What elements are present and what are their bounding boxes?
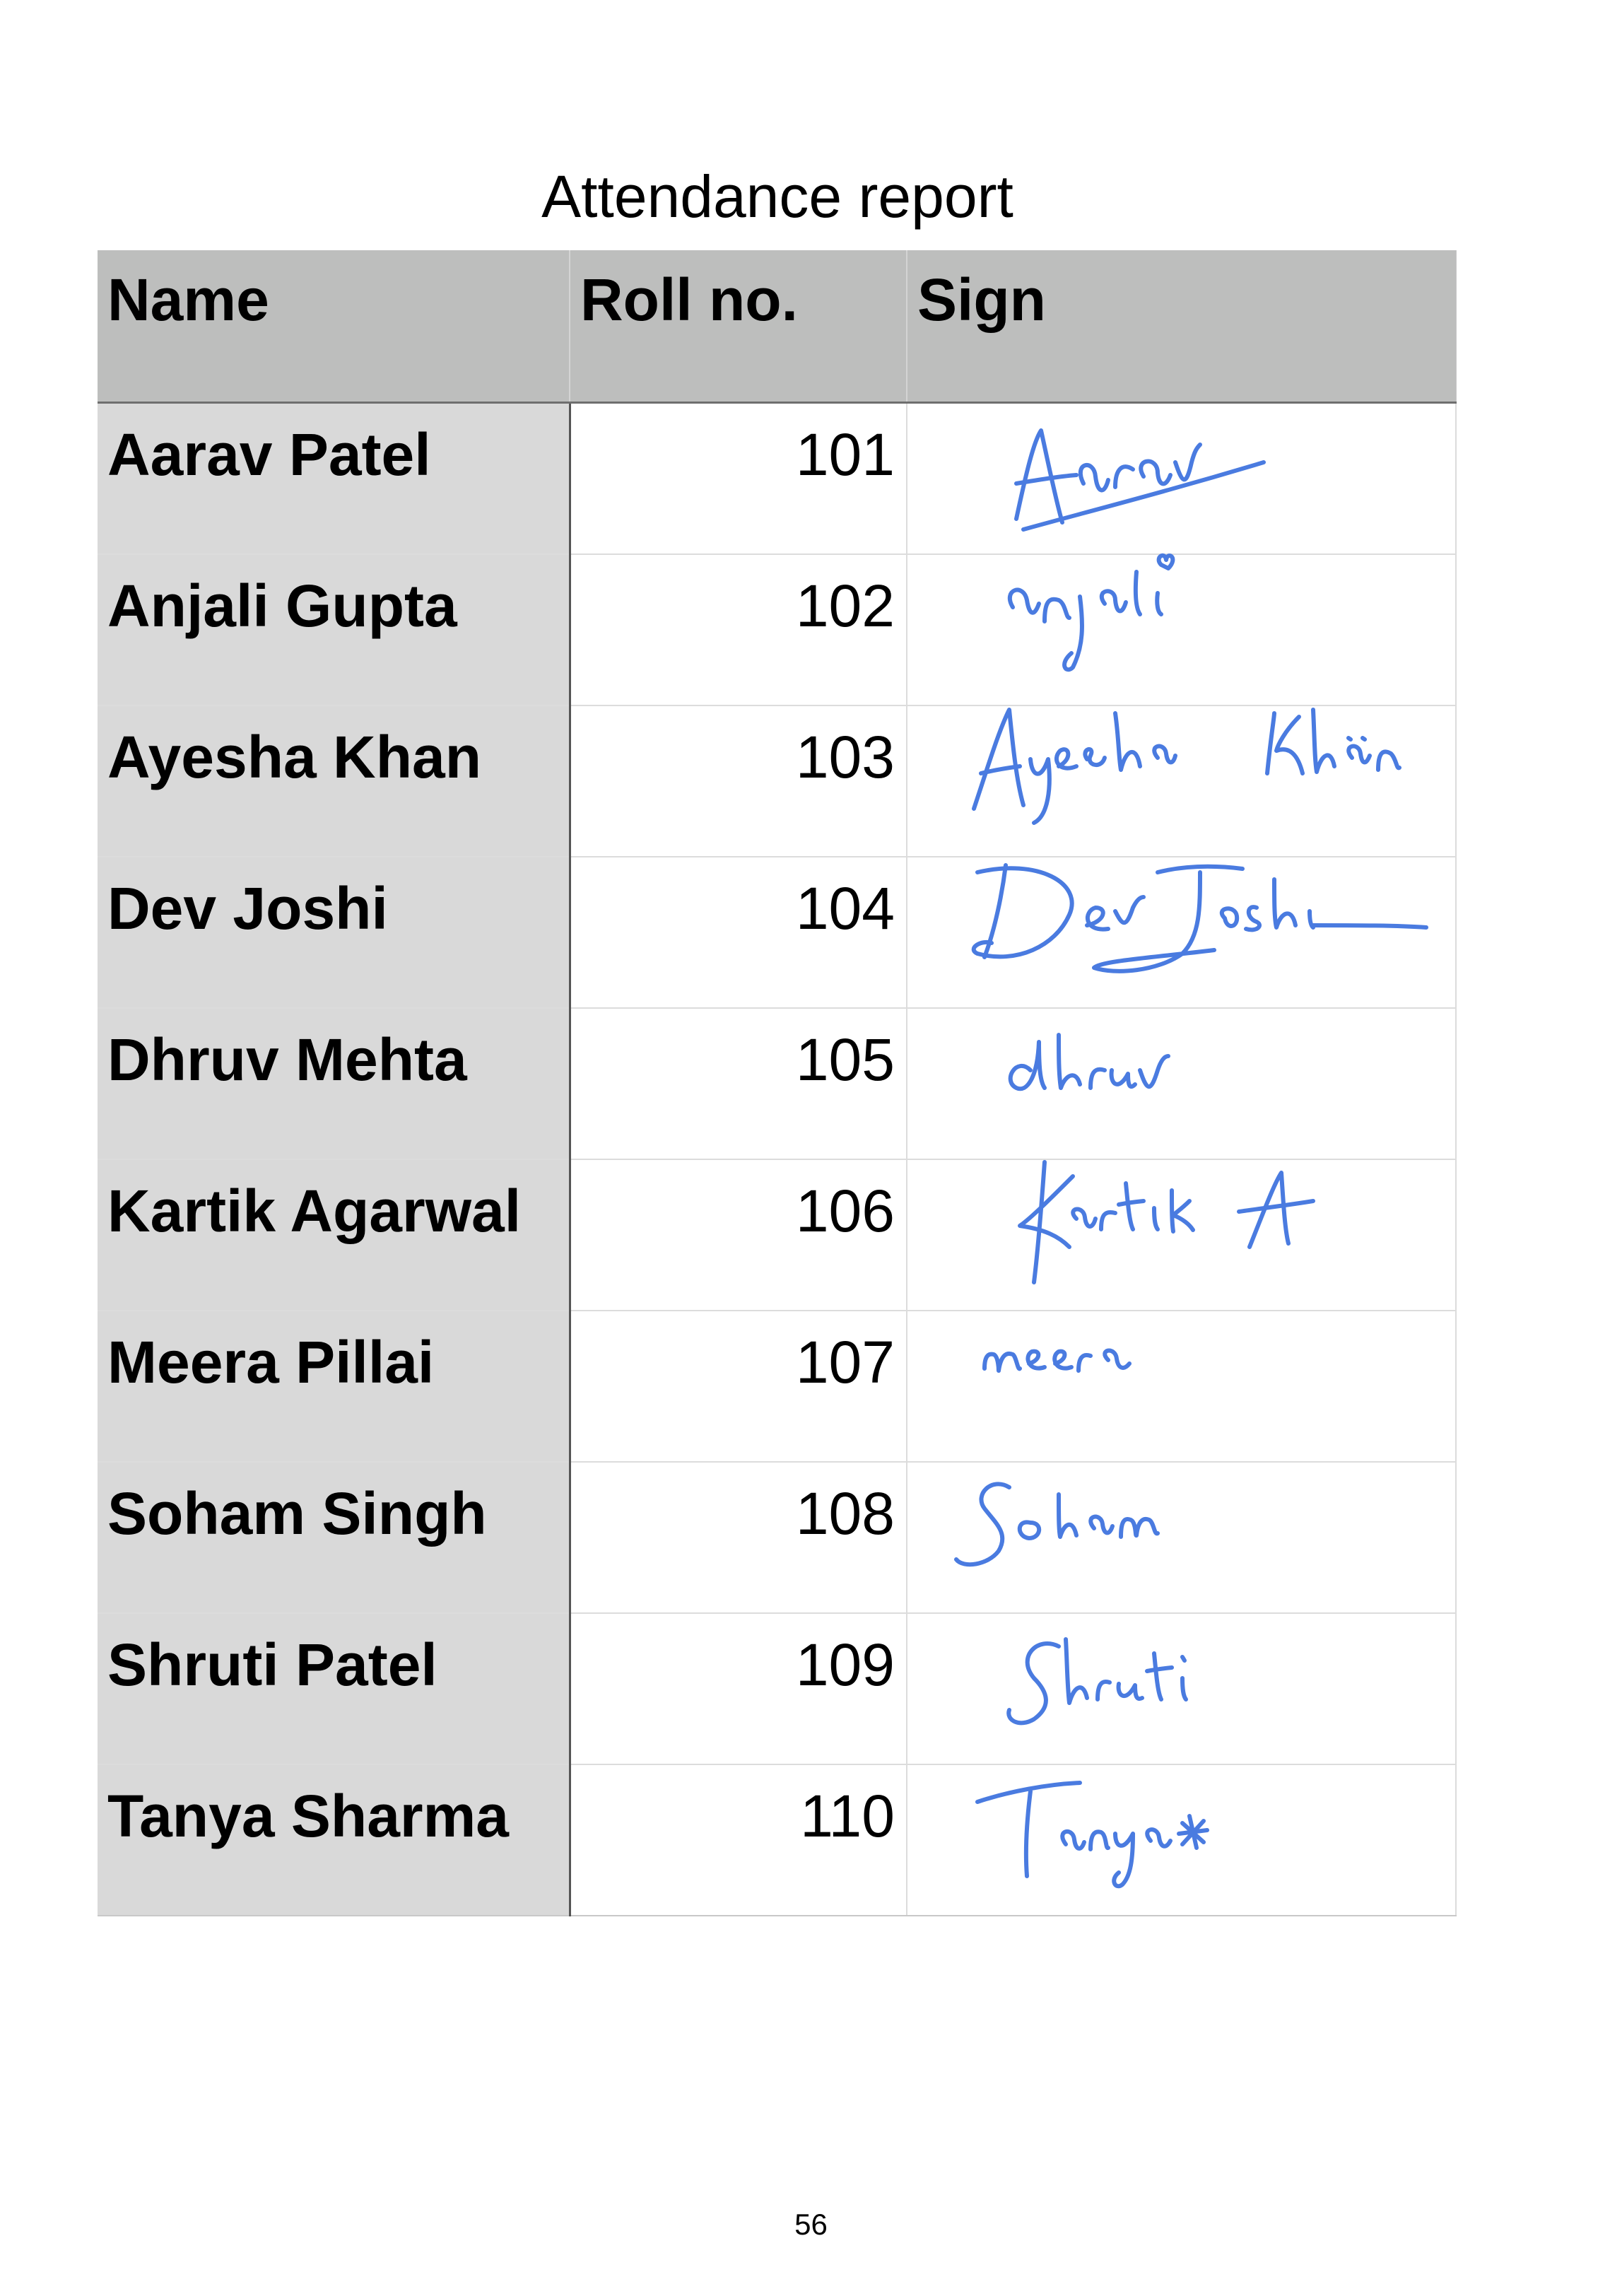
signature-dev-joshi [971, 863, 1428, 973]
signature-dhruv [1008, 1033, 1170, 1091]
signatures-overlay [954, 428, 1428, 1889]
attendance-table: Name Roll no. Sign Aarav Patel 101 Anjal… [98, 250, 1457, 1916]
page-title: Attendance report [541, 163, 1013, 230]
signature-anjali [1007, 553, 1175, 672]
signature-aarav [1014, 428, 1266, 532]
signature-meera [982, 1348, 1132, 1373]
page-number: 56 [794, 2208, 828, 2241]
signature-soham [954, 1482, 1160, 1567]
signature-shruti [1006, 1637, 1188, 1726]
signature-ayesha-khan [972, 708, 1401, 825]
signature-tanya [975, 1781, 1209, 1889]
signature-kartik-a [1018, 1160, 1315, 1284]
